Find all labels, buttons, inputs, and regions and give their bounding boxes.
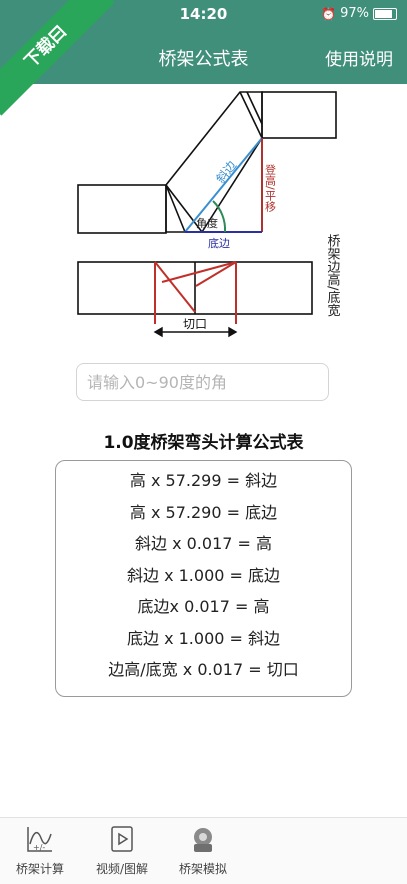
tray-left-segment [77, 184, 167, 234]
tab-label: 桥架计算 [15, 862, 64, 876]
tab-label: 视频/图解 [95, 862, 149, 876]
tab-simulation[interactable]: 桥架模拟 [163, 824, 243, 877]
status-indicators: ⏰ 97% [321, 6, 397, 21]
tab-label: 桥架模拟 [178, 862, 227, 876]
angle-label: 角度 [196, 216, 218, 230]
formula-row: 底边x 0.017 = 高 [137, 597, 270, 616]
tray-slanted-segment [165, 91, 263, 233]
formula-row: 高 x 57.290 = 底边 [129, 502, 278, 522]
formula-table: 高 x 57.299 = 斜边 高 x 57.290 = 底边 斜边 x 0.0… [55, 460, 352, 697]
base-label: 底边 [208, 236, 230, 250]
svg-text:+/-: +/- [33, 843, 45, 852]
battery-level-fill [375, 9, 393, 18]
video-play-icon [111, 826, 133, 852]
chart-calculator-icon: +/- [27, 827, 52, 852]
tray-upper-segment [261, 91, 337, 139]
simulation-icon [194, 828, 212, 852]
tab-video[interactable]: 视频/图解 [82, 824, 162, 877]
cut-label: 切口 [183, 317, 207, 331]
formula-row: 边高/底宽 x 0.017 = 切口 [108, 660, 299, 679]
formula-row: 斜边 x 0.017 = 高 [134, 534, 273, 553]
bend-diagram: 斜边 角度 底边 登高/平移 桥架边高/底宽 切口 [77, 91, 341, 338]
formula-row: 高 x 57.299 = 斜边 [129, 471, 278, 490]
alarm-icon: ⏰ [321, 6, 337, 21]
formula-row: 底边 x 1.000 = 斜边 [126, 628, 281, 648]
formula-row: 斜边 x 1.000 = 底边 [126, 565, 281, 585]
tab-calculator[interactable]: +/- 桥架计算 [0, 824, 80, 877]
help-button[interactable]: 使用说明 [325, 45, 393, 70]
angle-input[interactable] [76, 363, 329, 401]
tab-bar: +/- 桥架计算 视频/图解 桥架模拟 [0, 817, 407, 884]
battery-percent: 97% [340, 6, 369, 21]
table-title: 1.0度桥架弯头计算公式表 [103, 433, 304, 453]
side-label: 桥架边高/底宽 [325, 234, 341, 318]
rise-label: 登高/平移 [264, 163, 277, 213]
battery-icon [373, 7, 397, 20]
